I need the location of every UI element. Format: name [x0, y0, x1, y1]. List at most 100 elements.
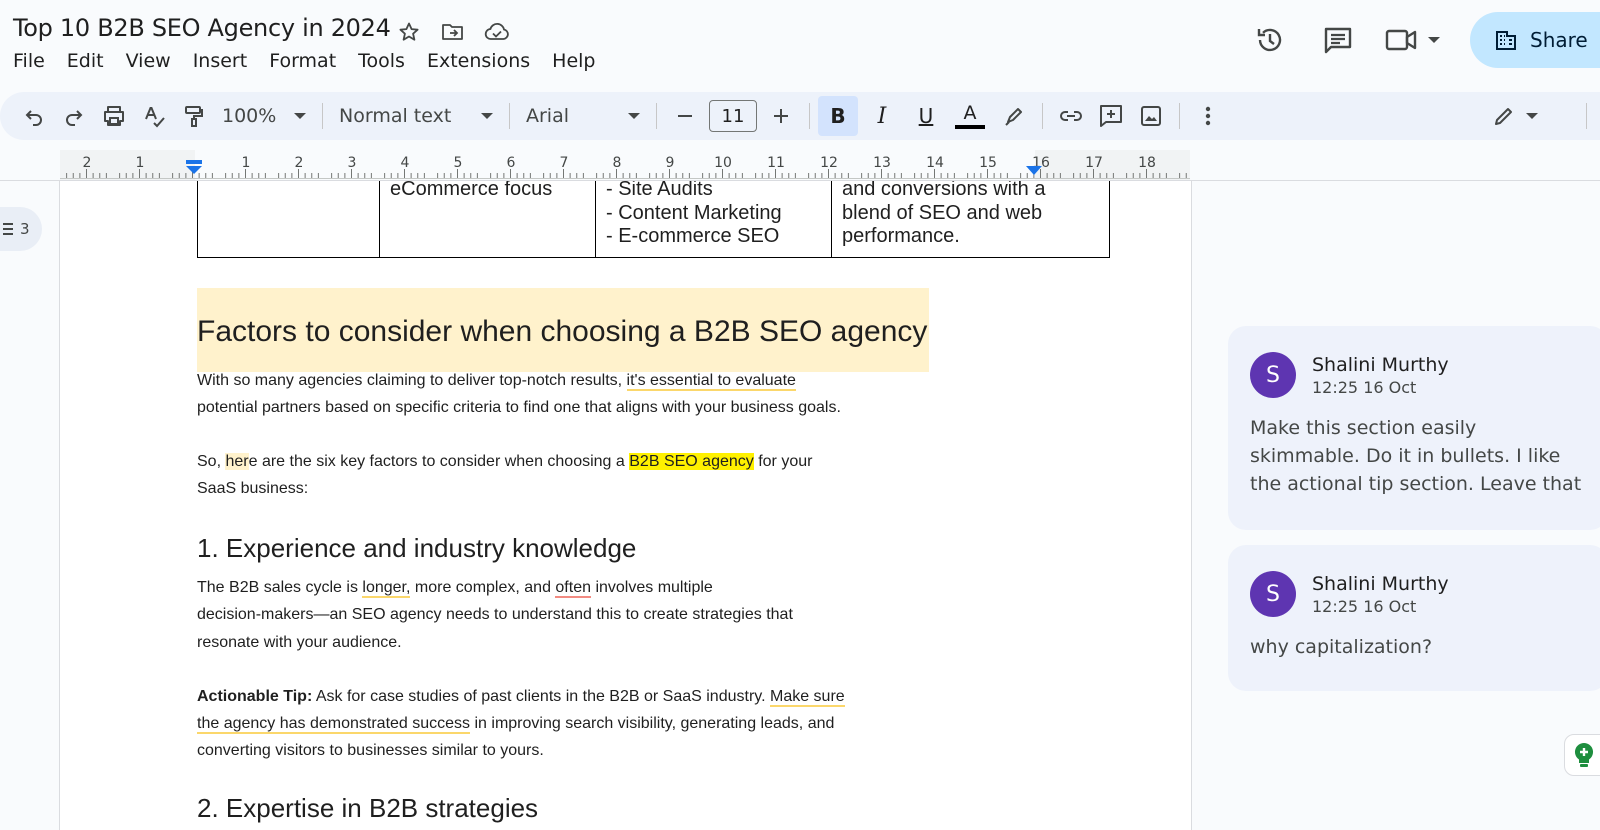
editing-mode-button[interactable]	[1480, 96, 1550, 136]
zoom-select[interactable]: 100%	[214, 96, 314, 136]
table-cell[interactable]: eCommerce focus	[379, 181, 596, 258]
underline-icon: U	[918, 104, 934, 128]
suggested-text[interactable]: it's essential to evaluate	[626, 372, 796, 391]
ruler-label: 2	[294, 155, 304, 171]
highlighted-text[interactable]: B2B SEO agency	[629, 453, 754, 470]
paragraph-experience-line1[interactable]: The B2B sales cycle is longer, more comp…	[197, 579, 713, 598]
ruler-ticks	[60, 150, 1190, 180]
ruler-label: 7	[559, 155, 569, 171]
header-actions: Share	[1248, 12, 1600, 68]
undo-icon	[25, 110, 42, 126]
comment-card[interactable]: S Shalini Murthy 12:25 16 Oct why capita…	[1228, 545, 1600, 691]
suggested-text[interactable]: Make sure	[769, 688, 845, 707]
left-indent-marker[interactable]	[184, 160, 204, 180]
suggested-text[interactable]: the agency has demonstrated success	[197, 715, 471, 734]
menu-help[interactable]: Help	[552, 50, 606, 72]
table-cell-line: eCommerce focus	[390, 181, 553, 200]
table-cell-line: and conversions with a	[842, 181, 1046, 200]
redo-button[interactable]	[54, 96, 94, 136]
comment-card[interactable]: S Shalini Murthy 12:25 16 Oct Make this …	[1228, 326, 1600, 530]
font-family-select[interactable]: Arial	[518, 96, 648, 136]
ruler-label: 9	[665, 155, 675, 171]
paragraph-intro-line1[interactable]: With so many agencies claiming to delive…	[197, 372, 796, 391]
outline-list-icon	[3, 223, 13, 235]
highlighter-icon	[1005, 108, 1022, 126]
increase-font-size-button[interactable]	[761, 96, 801, 136]
section-heading[interactable]: Factors to consider when choosing a B2B …	[197, 288, 930, 372]
print-button[interactable]	[94, 96, 134, 136]
more-vert-icon	[1205, 106, 1211, 126]
paragraph-style-select[interactable]: Normal text	[331, 96, 501, 136]
undo-button[interactable]	[14, 96, 54, 136]
move-folder-icon[interactable]	[437, 16, 469, 48]
add-suggestion-button[interactable]	[1564, 734, 1600, 776]
more-options-button[interactable]	[1188, 96, 1228, 136]
agency-table[interactable]: eCommerce focus - Site Audits - Content …	[197, 181, 1110, 258]
version-history-icon[interactable]	[1248, 18, 1292, 62]
paragraph-experience-line2[interactable]: decision-makers—an SEO agency needs to u…	[197, 606, 793, 624]
paragraph-factors-line1[interactable]: So, here are the six key factors to cons…	[197, 453, 812, 471]
menu-extensions[interactable]: Extensions	[427, 50, 541, 72]
decrease-font-size-button[interactable]	[665, 96, 705, 136]
font-size-input[interactable]: 11	[709, 100, 757, 132]
spelling-flagged-text[interactable]: often	[555, 579, 591, 598]
title-bar: Top 10 B2B SEO Agency in 2024 File Edit …	[0, 0, 1600, 90]
paragraph-experience-line3[interactable]: resonate with your audience.	[197, 634, 402, 652]
paragraph-tip-line1[interactable]: Actionable Tip: Ask for case studies of …	[197, 688, 845, 707]
insert-link-button[interactable]	[1051, 96, 1091, 136]
document-page[interactable]: eCommerce focus - Site Audits - Content …	[59, 181, 1192, 830]
paragraph-factors-line2[interactable]: SaaS business:	[197, 480, 308, 498]
paragraph-intro-line2[interactable]: potential partners based on specific cri…	[197, 399, 841, 417]
paint-format-button[interactable]	[174, 96, 214, 136]
spellcheck-icon	[145, 107, 165, 128]
table-cell[interactable]: - Site Audits - Content Marketing - E-co…	[595, 181, 832, 258]
menu-insert[interactable]: Insert	[193, 50, 259, 72]
document-outline-toggle[interactable]: 3	[0, 207, 42, 251]
ruler-label: 1	[241, 155, 251, 171]
tip-label: Actionable Tip:	[197, 688, 313, 705]
subheading-expertise[interactable]: 2. Expertise in B2B strategies	[197, 793, 538, 824]
insert-image-button[interactable]	[1131, 96, 1171, 136]
comment-line: Make this section easily	[1250, 417, 1477, 439]
menu-view[interactable]: View	[126, 50, 182, 72]
toolbar-divider	[1586, 103, 1587, 129]
table-cell[interactable]	[197, 181, 380, 258]
document-title[interactable]: Top 10 B2B SEO Agency in 2024	[13, 14, 391, 42]
text-run: The B2B sales cycle is	[197, 579, 363, 596]
right-indent-marker[interactable]	[1024, 164, 1044, 178]
add-comment-button[interactable]	[1091, 96, 1131, 136]
font-family-value: Arial	[526, 105, 570, 127]
italic-button[interactable]: I	[862, 96, 902, 136]
ruler-label: 15	[979, 155, 997, 171]
text-run: Ask for case studies of past clients in …	[312, 688, 770, 705]
image-icon	[1141, 106, 1161, 126]
menu-format[interactable]: Format	[269, 50, 347, 72]
commented-text[interactable]: her	[225, 453, 249, 470]
paragraph-tip-line2[interactable]: the agency has demonstrated success in i…	[197, 715, 834, 734]
menu-tools[interactable]: Tools	[358, 50, 416, 72]
spellcheck-button[interactable]	[134, 96, 174, 136]
underline-button[interactable]: U	[906, 96, 946, 136]
cloud-saved-icon[interactable]	[481, 16, 513, 48]
comment-line: skimmable. Do it in bullets. I like	[1250, 445, 1561, 467]
text-color-button[interactable]: A	[950, 96, 990, 136]
toolbar-divider	[1042, 103, 1043, 129]
meet-button[interactable]	[1384, 25, 1440, 55]
table-cell[interactable]: and conversions with a blend of SEO and …	[831, 181, 1110, 258]
menu-file[interactable]: File	[13, 50, 56, 72]
paragraph-tip-line3[interactable]: converting visitors to businesses simila…	[197, 742, 544, 760]
toolbar-divider	[322, 103, 323, 129]
comments-icon[interactable]	[1316, 18, 1360, 62]
share-button[interactable]: Share	[1470, 12, 1600, 68]
horizontal-ruler[interactable]: 2 1 1 2 3 4 5 6 7 8 9 10 11 12 13 14 15 …	[60, 150, 1190, 180]
suggested-text[interactable]: longer,	[362, 579, 411, 598]
subheading-experience[interactable]: 1. Experience and industry knowledge	[197, 533, 636, 564]
ruler-label: 2	[82, 155, 92, 171]
star-icon[interactable]	[393, 16, 425, 48]
toolbar-divider	[656, 103, 657, 129]
bold-button[interactable]: B	[818, 96, 858, 136]
chevron-down-icon	[1526, 113, 1538, 119]
menu-edit[interactable]: Edit	[67, 50, 115, 72]
ruler-label: 12	[820, 155, 838, 171]
highlight-color-button[interactable]	[994, 96, 1034, 136]
